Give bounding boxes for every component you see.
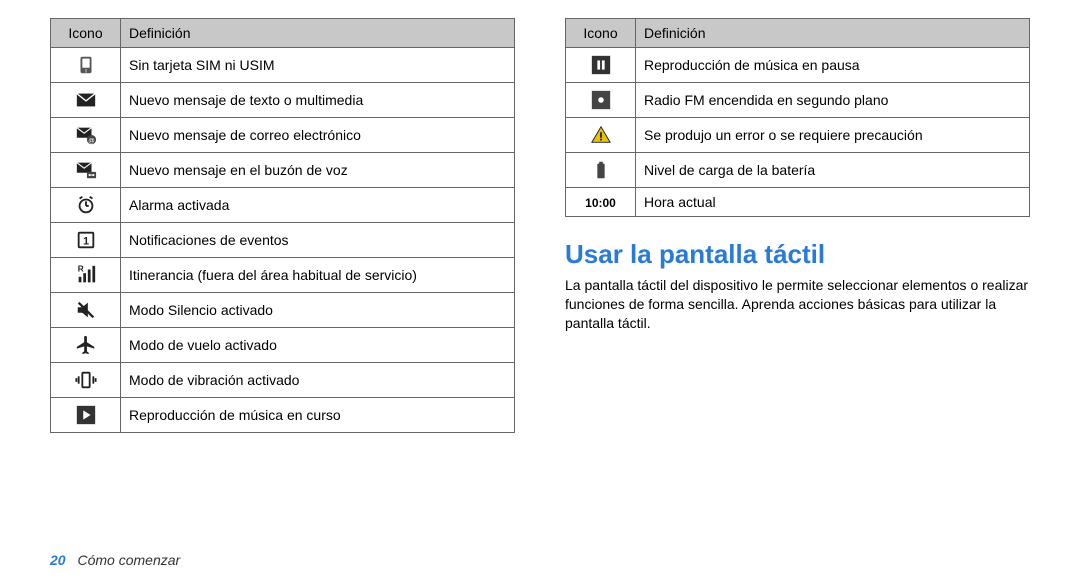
clock-time-label: 10:00 [585, 196, 616, 210]
cell-def: Modo de vibración activado [121, 363, 515, 398]
header-icon: Icono [566, 19, 636, 48]
header-icon: Icono [51, 19, 121, 48]
section-body: La pantalla táctil del dispositivo le pe… [565, 276, 1030, 333]
icon-table-left: Icono Definición ! Sin tarjeta SIM ni US… [50, 18, 515, 433]
voicemail-icon [51, 153, 121, 188]
header-definition: Definición [636, 19, 1030, 48]
svg-text:!: ! [84, 67, 86, 76]
chapter-name: Cómo comenzar [77, 552, 180, 568]
cell-def: Notificaciones de eventos [121, 223, 515, 258]
table-row: Nuevo mensaje de texto o multimedia [51, 83, 515, 118]
two-column-layout: Icono Definición ! Sin tarjeta SIM ni US… [50, 18, 1030, 433]
table-row: Radio FM encendida en segundo plano [566, 83, 1030, 118]
table-row: 10:00 Hora actual [566, 188, 1030, 217]
roaming-icon: R [51, 258, 121, 293]
page: Icono Definición ! Sin tarjeta SIM ni US… [0, 0, 1080, 586]
cell-def: Reproducción de música en pausa [636, 48, 1030, 83]
cell-def: Reproducción de música en curso [121, 398, 515, 433]
table-row: Reproducción de música en curso [51, 398, 515, 433]
table-row: Se produjo un error o se requiere precau… [566, 118, 1030, 153]
play-icon [51, 398, 121, 433]
silent-icon [51, 293, 121, 328]
cell-def: Hora actual [636, 188, 1030, 217]
cell-def: Modo de vuelo activado [121, 328, 515, 363]
event-icon: 1 [51, 223, 121, 258]
cell-def: Nivel de carga de la batería [636, 153, 1030, 188]
sim-icon: ! [51, 48, 121, 83]
cell-def: Nuevo mensaje de texto o multimedia [121, 83, 515, 118]
battery-icon [566, 153, 636, 188]
radio-icon [566, 83, 636, 118]
airplane-icon [51, 328, 121, 363]
header-definition: Definición [121, 19, 515, 48]
cell-def: Radio FM encendida en segundo plano [636, 83, 1030, 118]
cell-def: Itinerancia (fuera del área habitual de … [121, 258, 515, 293]
svg-text:R: R [77, 264, 83, 273]
page-number: 20 [50, 552, 66, 568]
right-column: Icono Definición Reproducción de música … [565, 18, 1030, 433]
icon-table-right: Icono Definición Reproducción de música … [565, 18, 1030, 217]
warning-icon [566, 118, 636, 153]
cell-def: Alarma activada [121, 188, 515, 223]
table-row: ! Sin tarjeta SIM ni USIM [51, 48, 515, 83]
table-header: Icono Definición [51, 19, 515, 48]
table-row: 1 Notificaciones de eventos [51, 223, 515, 258]
table-row: @ Nuevo mensaje de correo electrónico [51, 118, 515, 153]
table-row: Reproducción de música en pausa [566, 48, 1030, 83]
table-row: Nivel de carga de la batería [566, 153, 1030, 188]
clock-icon: 10:00 [566, 188, 636, 217]
alarm-icon [51, 188, 121, 223]
table-row: Alarma activada [51, 188, 515, 223]
email-icon: @ [51, 118, 121, 153]
table-row: Nuevo mensaje en el buzón de voz [51, 153, 515, 188]
pause-icon [566, 48, 636, 83]
svg-text:1: 1 [82, 236, 88, 248]
cell-def: Modo Silencio activado [121, 293, 515, 328]
page-footer: 20 Cómo comenzar [50, 552, 180, 568]
table-row: Modo de vibración activado [51, 363, 515, 398]
envelope-icon [51, 83, 121, 118]
table-header: Icono Definición [566, 19, 1030, 48]
cell-def: Nuevo mensaje en el buzón de voz [121, 153, 515, 188]
table-row: R Itinerancia (fuera del área habitual d… [51, 258, 515, 293]
table-row: Modo Silencio activado [51, 293, 515, 328]
cell-def: Se produjo un error o se requiere precau… [636, 118, 1030, 153]
svg-text:@: @ [88, 137, 95, 144]
left-column: Icono Definición ! Sin tarjeta SIM ni US… [50, 18, 515, 433]
cell-def: Nuevo mensaje de correo electrónico [121, 118, 515, 153]
section-heading: Usar la pantalla táctil [565, 239, 1030, 270]
cell-def: Sin tarjeta SIM ni USIM [121, 48, 515, 83]
table-row: Modo de vuelo activado [51, 328, 515, 363]
vibrate-icon [51, 363, 121, 398]
